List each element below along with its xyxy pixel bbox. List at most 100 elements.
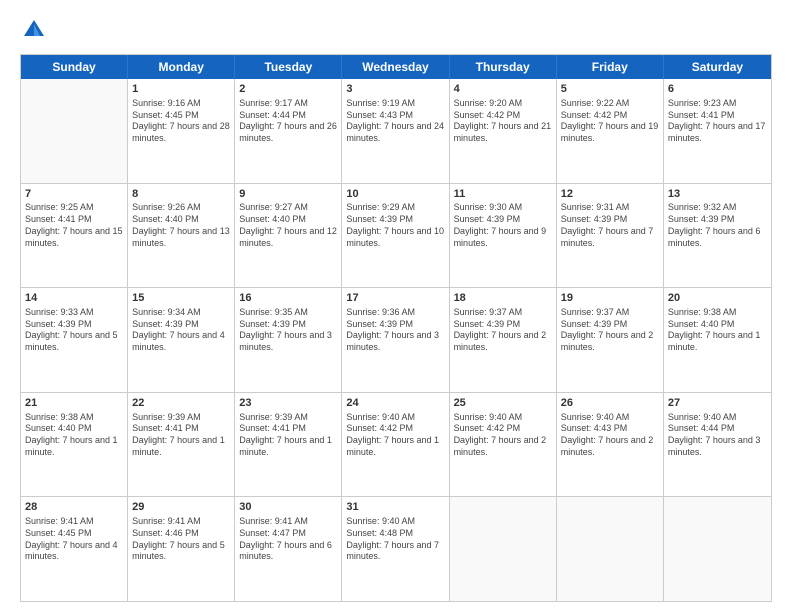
day-number: 3 (346, 82, 444, 97)
cell-details: Sunrise: 9:17 AM Sunset: 4:44 PM Dayligh… (239, 98, 337, 145)
cell-details: Sunrise: 9:19 AM Sunset: 4:43 PM Dayligh… (346, 98, 444, 145)
day-cell-10: 10Sunrise: 9:29 AM Sunset: 4:39 PM Dayli… (342, 184, 449, 288)
day-number: 20 (668, 291, 767, 306)
cell-details: Sunrise: 9:37 AM Sunset: 4:39 PM Dayligh… (561, 307, 659, 354)
day-number: 17 (346, 291, 444, 306)
day-number: 13 (668, 187, 767, 202)
day-number: 10 (346, 187, 444, 202)
cell-details: Sunrise: 9:39 AM Sunset: 4:41 PM Dayligh… (132, 412, 230, 459)
calendar-header: SundayMondayTuesdayWednesdayThursdayFrid… (21, 55, 771, 79)
cell-details: Sunrise: 9:27 AM Sunset: 4:40 PM Dayligh… (239, 202, 337, 249)
day-cell-21: 21Sunrise: 9:38 AM Sunset: 4:40 PM Dayli… (21, 393, 128, 497)
logo (20, 16, 52, 44)
cell-details: Sunrise: 9:32 AM Sunset: 4:39 PM Dayligh… (668, 202, 767, 249)
day-cell-18: 18Sunrise: 9:37 AM Sunset: 4:39 PM Dayli… (450, 288, 557, 392)
day-cell-5: 5Sunrise: 9:22 AM Sunset: 4:42 PM Daylig… (557, 79, 664, 183)
day-cell-31: 31Sunrise: 9:40 AM Sunset: 4:48 PM Dayli… (342, 497, 449, 601)
cell-details: Sunrise: 9:39 AM Sunset: 4:41 PM Dayligh… (239, 412, 337, 459)
cell-details: Sunrise: 9:40 AM Sunset: 4:48 PM Dayligh… (346, 516, 444, 563)
day-cell-16: 16Sunrise: 9:35 AM Sunset: 4:39 PM Dayli… (235, 288, 342, 392)
day-number: 16 (239, 291, 337, 306)
day-cell-6: 6Sunrise: 9:23 AM Sunset: 4:41 PM Daylig… (664, 79, 771, 183)
day-cell-4: 4Sunrise: 9:20 AM Sunset: 4:42 PM Daylig… (450, 79, 557, 183)
cell-details: Sunrise: 9:40 AM Sunset: 4:42 PM Dayligh… (346, 412, 444, 459)
cell-details: Sunrise: 9:22 AM Sunset: 4:42 PM Dayligh… (561, 98, 659, 145)
day-number: 21 (25, 396, 123, 411)
day-cell-1: 1Sunrise: 9:16 AM Sunset: 4:45 PM Daylig… (128, 79, 235, 183)
day-cell-3: 3Sunrise: 9:19 AM Sunset: 4:43 PM Daylig… (342, 79, 449, 183)
logo-icon (20, 16, 48, 44)
day-cell-9: 9Sunrise: 9:27 AM Sunset: 4:40 PM Daylig… (235, 184, 342, 288)
day-number: 11 (454, 187, 552, 202)
day-number: 12 (561, 187, 659, 202)
cell-details: Sunrise: 9:41 AM Sunset: 4:46 PM Dayligh… (132, 516, 230, 563)
calendar-row-0: 1Sunrise: 9:16 AM Sunset: 4:45 PM Daylig… (21, 79, 771, 183)
page: SundayMondayTuesdayWednesdayThursdayFrid… (0, 0, 792, 612)
day-number: 5 (561, 82, 659, 97)
header-day-monday: Monday (128, 55, 235, 79)
day-cell-19: 19Sunrise: 9:37 AM Sunset: 4:39 PM Dayli… (557, 288, 664, 392)
day-cell-26: 26Sunrise: 9:40 AM Sunset: 4:43 PM Dayli… (557, 393, 664, 497)
day-number: 14 (25, 291, 123, 306)
day-number: 7 (25, 187, 123, 202)
cell-details: Sunrise: 9:25 AM Sunset: 4:41 PM Dayligh… (25, 202, 123, 249)
cell-details: Sunrise: 9:35 AM Sunset: 4:39 PM Dayligh… (239, 307, 337, 354)
day-cell-7: 7Sunrise: 9:25 AM Sunset: 4:41 PM Daylig… (21, 184, 128, 288)
day-cell-13: 13Sunrise: 9:32 AM Sunset: 4:39 PM Dayli… (664, 184, 771, 288)
day-cell-30: 30Sunrise: 9:41 AM Sunset: 4:47 PM Dayli… (235, 497, 342, 601)
day-cell-27: 27Sunrise: 9:40 AM Sunset: 4:44 PM Dayli… (664, 393, 771, 497)
day-number: 1 (132, 82, 230, 97)
empty-cell (664, 497, 771, 601)
day-number: 29 (132, 500, 230, 515)
day-number: 30 (239, 500, 337, 515)
day-number: 28 (25, 500, 123, 515)
day-cell-20: 20Sunrise: 9:38 AM Sunset: 4:40 PM Dayli… (664, 288, 771, 392)
day-number: 6 (668, 82, 767, 97)
cell-details: Sunrise: 9:20 AM Sunset: 4:42 PM Dayligh… (454, 98, 552, 145)
day-cell-8: 8Sunrise: 9:26 AM Sunset: 4:40 PM Daylig… (128, 184, 235, 288)
day-number: 22 (132, 396, 230, 411)
cell-details: Sunrise: 9:36 AM Sunset: 4:39 PM Dayligh… (346, 307, 444, 354)
day-cell-17: 17Sunrise: 9:36 AM Sunset: 4:39 PM Dayli… (342, 288, 449, 392)
calendar-body: 1Sunrise: 9:16 AM Sunset: 4:45 PM Daylig… (21, 79, 771, 601)
day-cell-28: 28Sunrise: 9:41 AM Sunset: 4:45 PM Dayli… (21, 497, 128, 601)
day-cell-2: 2Sunrise: 9:17 AM Sunset: 4:44 PM Daylig… (235, 79, 342, 183)
cell-details: Sunrise: 9:40 AM Sunset: 4:42 PM Dayligh… (454, 412, 552, 459)
day-number: 25 (454, 396, 552, 411)
cell-details: Sunrise: 9:41 AM Sunset: 4:45 PM Dayligh… (25, 516, 123, 563)
cell-details: Sunrise: 9:40 AM Sunset: 4:44 PM Dayligh… (668, 412, 767, 459)
day-number: 8 (132, 187, 230, 202)
day-number: 4 (454, 82, 552, 97)
day-number: 31 (346, 500, 444, 515)
day-number: 2 (239, 82, 337, 97)
header-day-tuesday: Tuesday (235, 55, 342, 79)
day-number: 24 (346, 396, 444, 411)
empty-cell (557, 497, 664, 601)
empty-cell (21, 79, 128, 183)
day-number: 26 (561, 396, 659, 411)
day-number: 19 (561, 291, 659, 306)
cell-details: Sunrise: 9:38 AM Sunset: 4:40 PM Dayligh… (25, 412, 123, 459)
day-number: 27 (668, 396, 767, 411)
cell-details: Sunrise: 9:33 AM Sunset: 4:39 PM Dayligh… (25, 307, 123, 354)
day-number: 18 (454, 291, 552, 306)
header-day-friday: Friday (557, 55, 664, 79)
calendar-row-3: 21Sunrise: 9:38 AM Sunset: 4:40 PM Dayli… (21, 392, 771, 497)
header (20, 16, 772, 44)
header-day-sunday: Sunday (21, 55, 128, 79)
day-cell-22: 22Sunrise: 9:39 AM Sunset: 4:41 PM Dayli… (128, 393, 235, 497)
day-cell-12: 12Sunrise: 9:31 AM Sunset: 4:39 PM Dayli… (557, 184, 664, 288)
day-cell-15: 15Sunrise: 9:34 AM Sunset: 4:39 PM Dayli… (128, 288, 235, 392)
header-day-wednesday: Wednesday (342, 55, 449, 79)
header-day-thursday: Thursday (450, 55, 557, 79)
cell-details: Sunrise: 9:16 AM Sunset: 4:45 PM Dayligh… (132, 98, 230, 145)
day-cell-14: 14Sunrise: 9:33 AM Sunset: 4:39 PM Dayli… (21, 288, 128, 392)
header-day-saturday: Saturday (664, 55, 771, 79)
cell-details: Sunrise: 9:29 AM Sunset: 4:39 PM Dayligh… (346, 202, 444, 249)
cell-details: Sunrise: 9:38 AM Sunset: 4:40 PM Dayligh… (668, 307, 767, 354)
cell-details: Sunrise: 9:34 AM Sunset: 4:39 PM Dayligh… (132, 307, 230, 354)
empty-cell (450, 497, 557, 601)
day-cell-25: 25Sunrise: 9:40 AM Sunset: 4:42 PM Dayli… (450, 393, 557, 497)
cell-details: Sunrise: 9:41 AM Sunset: 4:47 PM Dayligh… (239, 516, 337, 563)
day-number: 15 (132, 291, 230, 306)
